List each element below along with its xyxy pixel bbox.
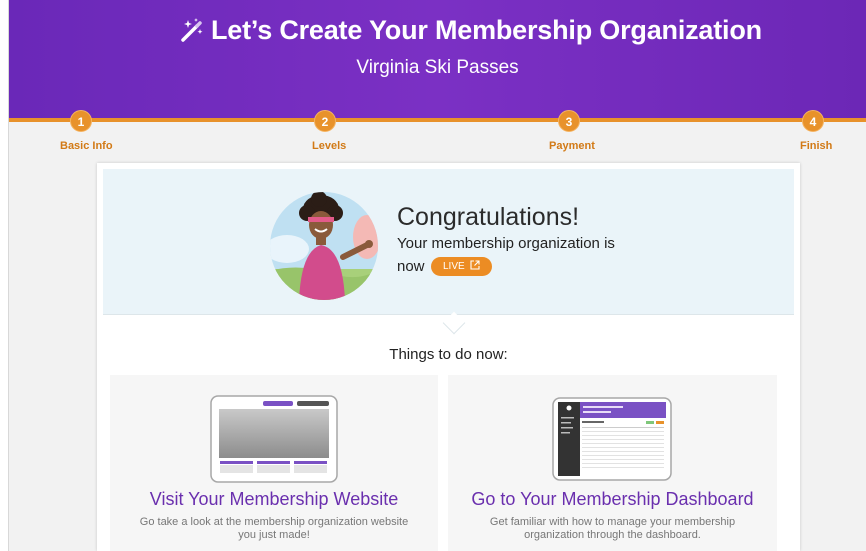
step-3-label[interactable]: Payment: [549, 140, 595, 152]
step-4-label[interactable]: Finish: [800, 140, 832, 152]
step-2-circle[interactable]: 2: [314, 110, 336, 132]
visit-website-description: Go take a look at the membership organiz…: [139, 516, 409, 541]
visit-website-link[interactable]: Visit Your Membership Website: [110, 489, 438, 510]
live-message-prefix: now: [397, 258, 425, 275]
website-preview-icon: [210, 395, 338, 483]
step-1-label[interactable]: Basic Info: [60, 140, 113, 152]
dashboard-preview-icon: [552, 397, 672, 481]
banner-pointer: [442, 311, 466, 335]
finish-card: Congratulations! Your membership organiz…: [97, 163, 800, 551]
dashboard-link[interactable]: Go to Your Membership Dashboard: [448, 489, 777, 510]
wizard-header: Let’s Create Your Membership Organizatio…: [9, 0, 866, 122]
external-link-icon: [470, 260, 481, 270]
congratulations-banner: Congratulations! Your membership organiz…: [103, 169, 794, 335]
dashboard-card[interactable]: Go to Your Membership Dashboard Get fami…: [448, 375, 777, 551]
visit-website-card[interactable]: Visit Your Membership Website Go take a …: [110, 375, 438, 551]
live-site-button[interactable]: LIVE: [431, 257, 493, 276]
step-4-circle[interactable]: 4: [802, 110, 824, 132]
page-title: Let’s Create Your Membership Organizatio…: [211, 15, 762, 45]
live-badge-label: LIVE: [443, 261, 465, 272]
dashboard-description: Get familiar with how to manage your mem…: [489, 516, 736, 541]
next-steps-heading: Things to do now:: [389, 346, 508, 363]
step-1-circle[interactable]: 1: [70, 110, 92, 132]
magic-wand-icon: [181, 18, 203, 42]
live-message-line1: Your membership organization is: [397, 235, 615, 252]
celebrating-woman-illustration: [270, 192, 378, 300]
step-3-circle[interactable]: 3: [558, 110, 580, 132]
congratulations-heading: Congratulations!: [397, 203, 580, 231]
step-2-label[interactable]: Levels: [312, 140, 346, 152]
organization-name: Virginia Ski Passes: [356, 57, 519, 78]
